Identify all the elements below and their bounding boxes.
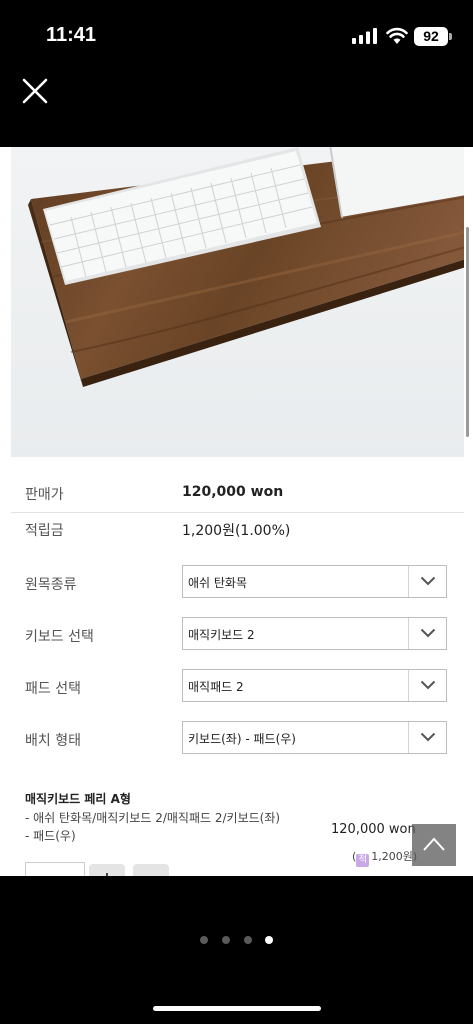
quantity-increase-button[interactable] (89, 864, 125, 876)
wood-type-select[interactable]: 애쉬 탄화목 (182, 565, 447, 598)
option-label-keyboard: 키보드 선택 (25, 629, 94, 645)
selected-item-title: 매직키보드 페리 A형 (25, 792, 131, 806)
points-row: 적립금 1,200원(1.00%) (0, 520, 473, 550)
page-dot-3[interactable] (244, 936, 252, 944)
quantity-input[interactable] (25, 862, 85, 876)
chevron-down-icon (420, 732, 436, 742)
status-time: 11:41 (46, 24, 97, 46)
points-badge-icon: 적 (356, 854, 370, 867)
battery-icon: 92 (414, 27, 448, 46)
close-icon[interactable] (20, 76, 50, 106)
pad-select[interactable]: 매직패드 2 (182, 669, 447, 702)
selected-item-points: (적 1,200원) (352, 848, 417, 867)
page-indicator (200, 936, 280, 946)
option-label-layout: 배치 형태 (25, 733, 81, 749)
keyboard-dropdown-button[interactable] (408, 618, 446, 649)
status-bar: 11:41 92 (0, 0, 473, 60)
layout-dropdown-button[interactable] (408, 722, 446, 753)
page-dot-4-active[interactable] (265, 936, 273, 944)
keyboard-select[interactable]: 매직키보드 2 (182, 617, 447, 650)
divider (11, 512, 464, 513)
price-label: 판매가 (25, 487, 64, 503)
chevron-down-icon (420, 576, 436, 586)
layout-select[interactable]: 키보드(좌) - 패드(우) (182, 721, 447, 754)
page-dot-1[interactable] (200, 936, 208, 944)
price-row: 판매가 120,000 won (0, 484, 473, 514)
selected-item-price: 120,000 won (331, 822, 416, 837)
pad-value: 매직패드 2 (188, 680, 244, 694)
layout-value: 키보드(좌) - 패드(우) (188, 732, 296, 746)
pad-dropdown-button[interactable] (408, 670, 446, 701)
chevron-down-icon (420, 680, 436, 690)
keyboard-value: 매직키보드 2 (188, 628, 255, 642)
wooden-keyboard-tray-photo (28, 147, 464, 387)
chevron-up-icon (423, 837, 445, 851)
points-amount: 1,200원) (371, 850, 418, 863)
wifi-icon (386, 27, 408, 44)
points-value: 1,200원(1.00%) (182, 523, 291, 539)
scroll-to-top-button[interactable] (412, 824, 456, 866)
wood-type-dropdown-button[interactable] (408, 566, 446, 597)
plus-icon (106, 873, 108, 876)
product-image (11, 147, 464, 457)
option-label-wood: 원목종류 (25, 577, 77, 593)
chevron-down-icon (420, 628, 436, 638)
selected-item-description: - 애쉬 탄화목/매직키보드 2/매직패드 2/키보드(좌) - 패드(우) (25, 811, 281, 843)
home-indicator[interactable] (153, 1006, 321, 1011)
page-dot-2[interactable] (222, 936, 230, 944)
option-label-pad: 패드 선택 (25, 681, 81, 697)
quantity-decrease-button[interactable] (133, 864, 169, 876)
product-viewer: 판매가 120,000 won 적립금 1,200원(1.00%) 원목종류 애… (0, 147, 473, 876)
signal-icon (352, 28, 377, 44)
scrollbar-thumb[interactable] (466, 227, 469, 437)
wood-type-value: 애쉬 탄화목 (188, 576, 248, 590)
points-label: 적립금 (25, 523, 64, 539)
battery-tip (449, 33, 452, 40)
price-value: 120,000 won (182, 484, 284, 500)
